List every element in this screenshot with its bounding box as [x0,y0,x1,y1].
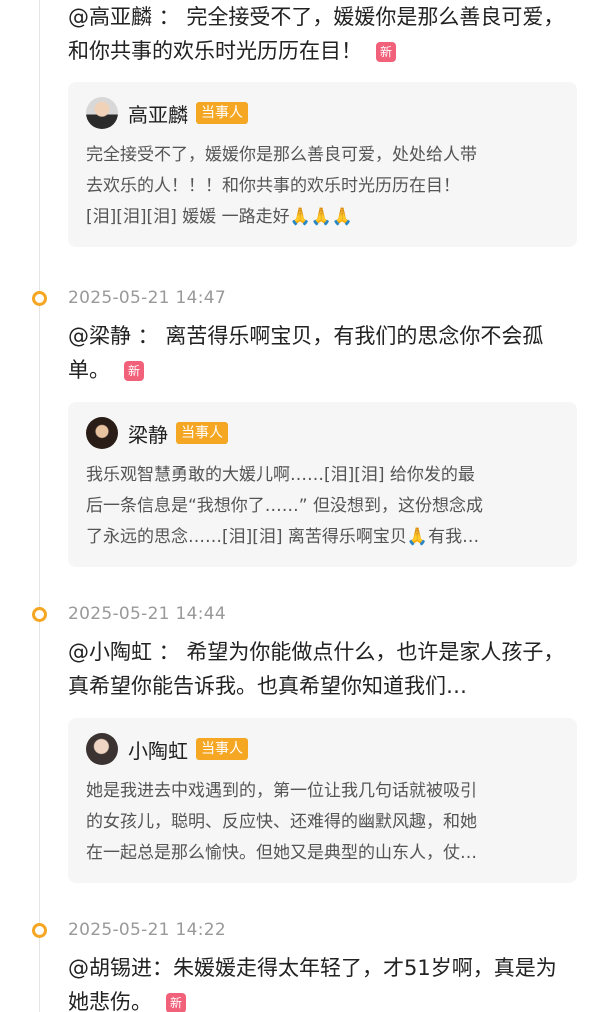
timestamp: 2025-05-21 14:22 [68,920,226,940]
new-badge: 新 [376,42,396,62]
quote-card[interactable]: 小陶虹 当事人 她是我进去中戏遇到的，第一位让我几句话就被吸引 的女孩儿，聪明、… [68,718,577,883]
participant-tag: 当事人 [176,422,228,444]
card-text-line: 的女孩儿，聪明、反应快、还难得的幽默风趣，和她 [86,812,477,832]
card-author-name[interactable]: 小陶虹 [128,735,188,764]
card-text: 完全接受不了，媛媛你是那么善良可爱，处处给人带 去欢乐的人！！！和你共事的欢乐时… [86,140,557,247]
card-text-line: 去欢乐的人！！！和你共事的欢乐时光历历在目！ [86,176,460,196]
quote-card[interactable]: 高亚麟 当事人 完全接受不了，媛媛你是那么善良可爱，处处给人带 去欢乐的人！！！… [68,82,577,247]
card-text: 我乐观智慧勇敢的大媛儿啊……[泪][泪] 给你发的最 后一条信息是“我想你了……… [86,460,557,567]
card-text: 她是我进去中戏遇到的，第一位让我几句话就被吸引 的女孩儿，聪明、反应快、还难得的… [86,776,557,883]
new-badge: 新 [166,993,186,1012]
timeline-dot [32,607,47,622]
card-text-line: 她是我进去中戏遇到的，第一位让我几句话就被吸引 [86,781,477,801]
headline-text: @小陶虹 ： 希望为你能做点什么，也许是家人孩子，真希望你能告诉我。也真希望你知… [68,640,565,698]
quote-card[interactable]: 梁静 当事人 我乐观智慧勇敢的大媛儿啊……[泪][泪] 给你发的最 后一条信息是… [68,402,577,567]
timeline-dot [32,923,47,938]
entry-headline[interactable]: @胡锡进：朱媛媛走得太年轻了，才51岁啊，真是为她悲伤。新 [68,951,573,1012]
card-text-line: 后一条信息是“我想你了……” 但没想到，这份想念成 [86,496,484,516]
headline-text: @胡锡进：朱媛媛走得太年轻了，才51岁啊，真是为她悲伤。 [68,956,557,1012]
card-author-name[interactable]: 梁静 [128,419,168,448]
entry-headline[interactable]: @高亚麟 ： 完全接受不了，媛媛你是那么善良可爱，和你共事的欢乐时光历历在目！新 [68,0,573,68]
card-text-line: 在一起总是那么愉快。但她又是典型的山东人，仗… [86,843,477,863]
card-text-line: 了永远的思念……[泪][泪] 离苦得乐啊宝贝🙏有我… [86,527,480,547]
timeline-line [39,0,40,1012]
participant-tag: 当事人 [196,102,248,124]
card-text-line: 完全接受不了，媛媛你是那么善良可爱，处处给人带 [86,145,477,165]
entry-headline[interactable]: @梁静 ： 离苦得乐啊宝贝，有我们的思念你不会孤单。新 [68,319,573,387]
timeline-dot [32,291,47,306]
timestamp: 2025-05-21 14:44 [68,604,226,624]
avatar[interactable] [86,417,118,449]
card-header: 小陶虹 当事人 [86,732,557,766]
new-badge: 新 [124,361,144,381]
avatar[interactable] [86,733,118,765]
card-text-line: 我乐观智慧勇敢的大媛儿啊……[泪][泪] 给你发的最 [86,465,475,485]
participant-tag: 当事人 [196,738,248,760]
headline-text: @高亚麟 ： 完全接受不了，媛媛你是那么善良可爱，和你共事的欢乐时光历历在目！ [68,5,565,63]
card-header: 高亚麟 当事人 [86,96,557,130]
card-author-name[interactable]: 高亚麟 [128,99,188,128]
card-header: 梁静 当事人 [86,416,557,450]
avatar[interactable] [86,97,118,129]
timestamp: 2025-05-21 14:47 [68,288,226,308]
card-text-line: [泪][泪][泪] 媛媛 一路走好🙏🙏🙏 [86,207,354,227]
entry-headline[interactable]: @小陶虹 ： 希望为你能做点什么，也许是家人孩子，真希望你能告诉我。也真希望你知… [68,635,573,703]
